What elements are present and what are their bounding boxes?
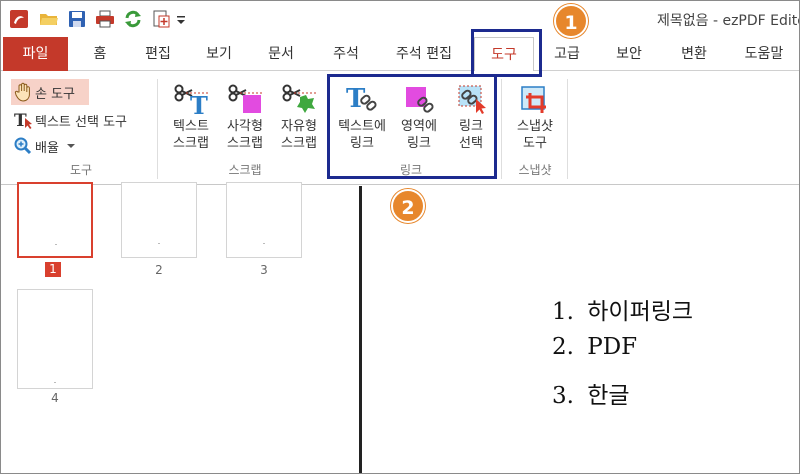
document-view[interactable]: 1. 하이퍼링크 2. PDF 3. 한글	[362, 186, 799, 473]
tab-document[interactable]: 문서	[261, 37, 301, 71]
tab-home[interactable]: 홈	[85, 37, 115, 71]
hand-tool-label: 손 도구	[35, 87, 76, 102]
group-divider	[501, 79, 502, 179]
page-thumbnail[interactable]	[121, 182, 197, 258]
snapshot-label-2: 도구	[523, 136, 547, 151]
snapshot-label-1: 스냅샷	[517, 119, 553, 134]
tab-file[interactable]: 파일	[3, 37, 68, 71]
free-scrap-label-2: 스크랩	[281, 136, 317, 151]
tab-view[interactable]: 보기	[199, 37, 239, 71]
page-number: 2	[155, 263, 163, 277]
scissors-freeform-icon	[282, 84, 316, 113]
text-select-tool-button[interactable]: T 텍스트 선택 도구	[11, 109, 151, 131]
title-bar: 제목없음 - ezPDF Edito	[1, 1, 800, 37]
document-line: 3. 한글	[552, 376, 630, 410]
page-thumbnail[interactable]	[17, 289, 93, 389]
window-title: 제목없음 - ezPDF Edito	[657, 13, 800, 29]
tab-convert[interactable]: 변환	[674, 37, 714, 71]
rect-scrap-button[interactable]: 사각형 스크랩	[217, 83, 273, 152]
scissors-text-icon: T	[174, 84, 208, 120]
refresh-icon[interactable]	[123, 9, 143, 29]
free-scrap-label-1: 자유형	[281, 119, 317, 134]
zoom-label: 배율	[35, 141, 59, 156]
group-divider	[157, 79, 158, 179]
list-number: 2.	[552, 334, 574, 360]
tab-advanced[interactable]: 고급	[547, 37, 587, 71]
page-thumbnail[interactable]	[226, 182, 302, 258]
text-select-tool-label: 텍스트 선택 도구	[35, 115, 127, 130]
text-scrap-label-1: 텍스트	[173, 119, 209, 134]
save-icon[interactable]	[67, 9, 87, 29]
tab-security[interactable]: 보안	[609, 37, 649, 71]
open-folder-icon[interactable]	[39, 9, 59, 29]
tab-annotation-edit[interactable]: 주석 편집	[388, 37, 460, 71]
hyperlink-text[interactable]: 하이퍼링크	[587, 299, 693, 325]
free-scrap-button[interactable]: 자유형 스크랩	[271, 83, 327, 152]
customize-dropdown-icon[interactable]	[175, 9, 187, 29]
hand-icon	[14, 82, 30, 102]
tab-help[interactable]: 도움말	[736, 37, 792, 71]
group-divider	[567, 79, 568, 179]
hand-tool-button[interactable]: 손 도구	[11, 79, 89, 105]
tab-edit[interactable]: 편집	[138, 37, 178, 71]
snapshot-group-label: 스냅샷	[518, 163, 552, 177]
tools-group-label: 도구	[69, 163, 93, 177]
scrap-group-label: 스크랩	[228, 163, 262, 177]
snapshot-crop-icon	[521, 86, 546, 113]
rect-scrap-label-1: 사각형	[227, 119, 263, 134]
callout-badge-1: 1	[554, 4, 588, 38]
list-text: PDF	[587, 334, 638, 360]
scissors-rect-icon	[228, 84, 262, 113]
document-line: 1. 하이퍼링크	[552, 292, 693, 326]
app-logo-icon[interactable]	[9, 9, 29, 29]
link-group-highlight	[327, 74, 497, 179]
app-window: 제목없음 - ezPDF Edito 파일 홈 편집 보기 문서 주석 주석 편…	[0, 0, 800, 474]
text-scrap-label-2: 스크랩	[173, 136, 209, 151]
rect-scrap-label-2: 스크랩	[227, 136, 263, 151]
text-cursor-icon: T	[14, 111, 32, 129]
chevron-down-icon	[67, 144, 75, 148]
list-text: 한글	[587, 383, 630, 409]
svg-text:T: T	[190, 91, 208, 115]
list-number: 1.	[552, 299, 574, 325]
page-thumbnail-pane: 1 2 3 4	[1, 182, 359, 473]
page-thumbnail[interactable]	[17, 182, 93, 258]
tab-annotation[interactable]: 주석	[326, 37, 366, 71]
page-number: 4	[51, 391, 59, 405]
tools-tab-highlight	[471, 29, 542, 77]
print-icon[interactable]	[95, 9, 115, 29]
page-number: 3	[260, 263, 268, 277]
list-number: 3.	[552, 383, 574, 409]
snapshot-tool-button[interactable]: 스냅샷 도구	[507, 83, 563, 152]
new-page-icon[interactable]	[151, 9, 171, 29]
ribbon-tabs: 파일 홈 편집 보기 문서 주석 주석 편집 도구 고급 보안 변환 도움말	[1, 37, 799, 72]
zoom-dropdown[interactable]: 배율	[11, 135, 81, 157]
magnifier-icon	[14, 137, 32, 155]
page-number-selected: 1	[45, 262, 61, 277]
text-scrap-button[interactable]: T 텍스트 스크랩	[163, 83, 219, 152]
document-line: 2. PDF	[552, 334, 637, 360]
callout-badge-2: 2	[391, 189, 425, 223]
